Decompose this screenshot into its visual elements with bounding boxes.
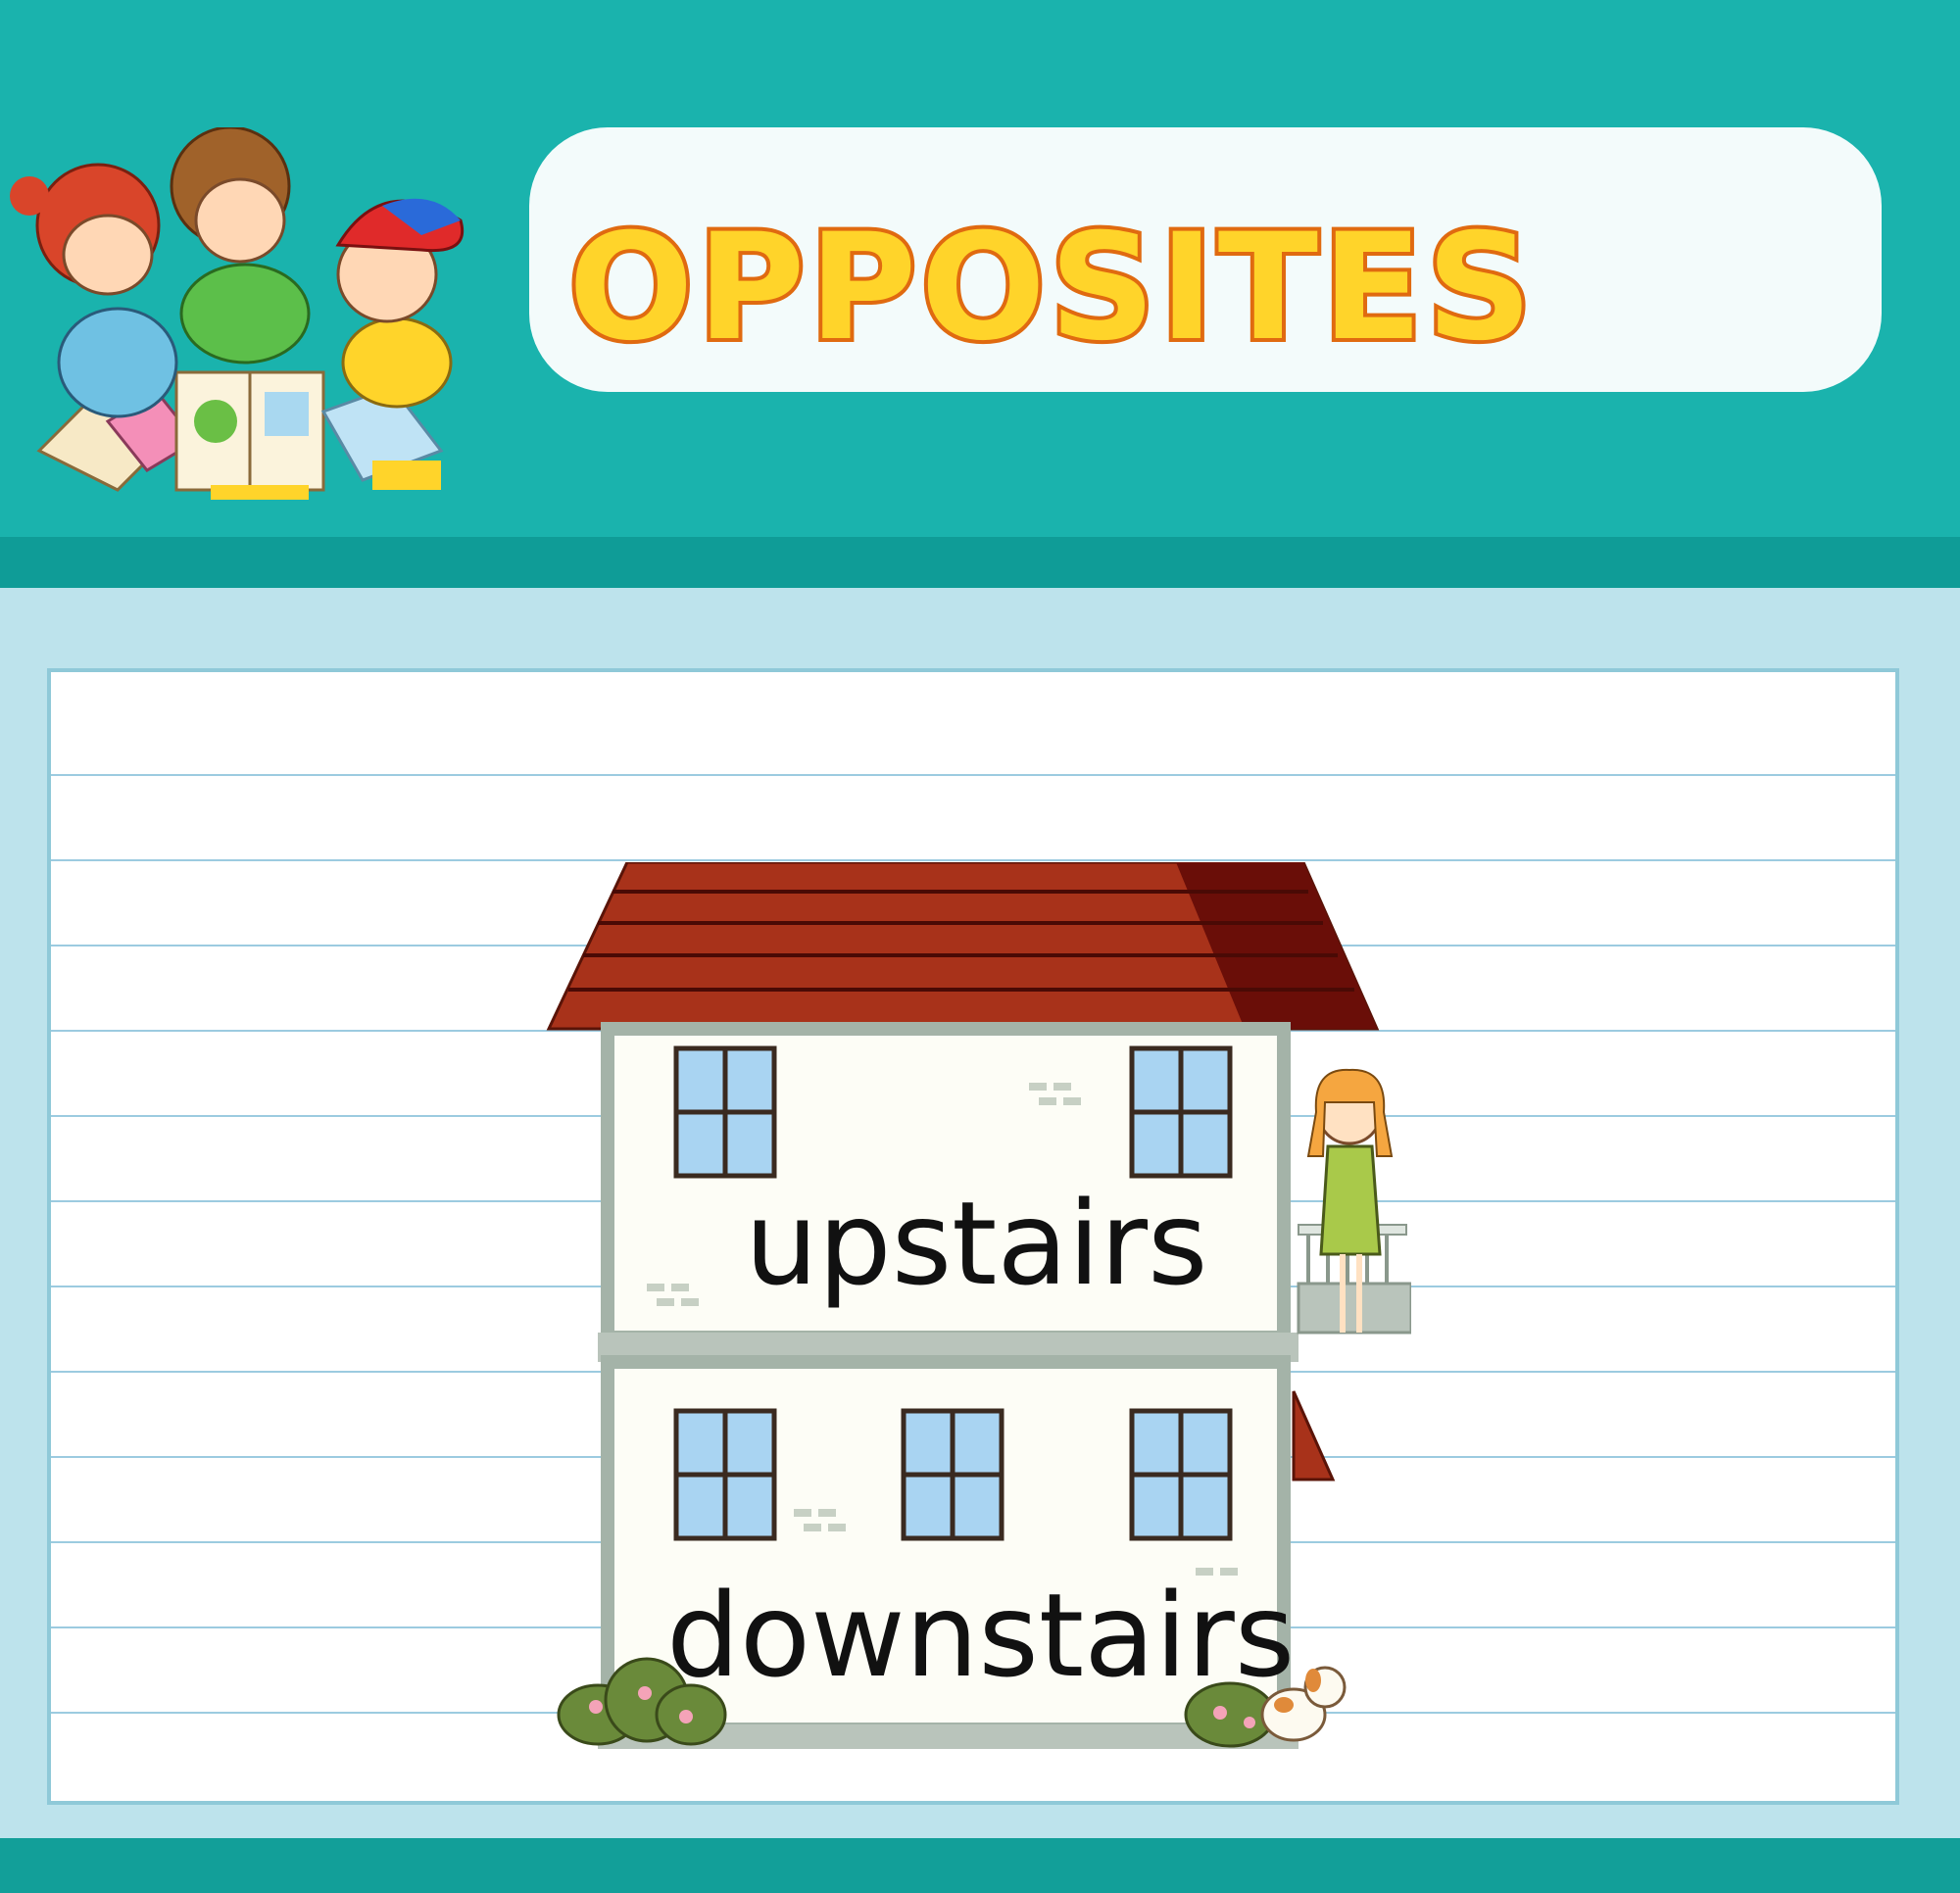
balcony — [1297, 1282, 1411, 1335]
word-upstairs: upstairs — [745, 1176, 1208, 1311]
kids-reading-illustration — [10, 127, 464, 500]
word-labels: upstairs downstairs — [666, 1176, 1294, 1703]
header-band — [0, 537, 1960, 588]
page-title: OPPOSITES — [568, 203, 1537, 373]
footer-band — [0, 1838, 1960, 1893]
word-downstairs: downstairs — [666, 1568, 1294, 1703]
title-area: OPPOSITES — [510, 103, 1901, 416]
